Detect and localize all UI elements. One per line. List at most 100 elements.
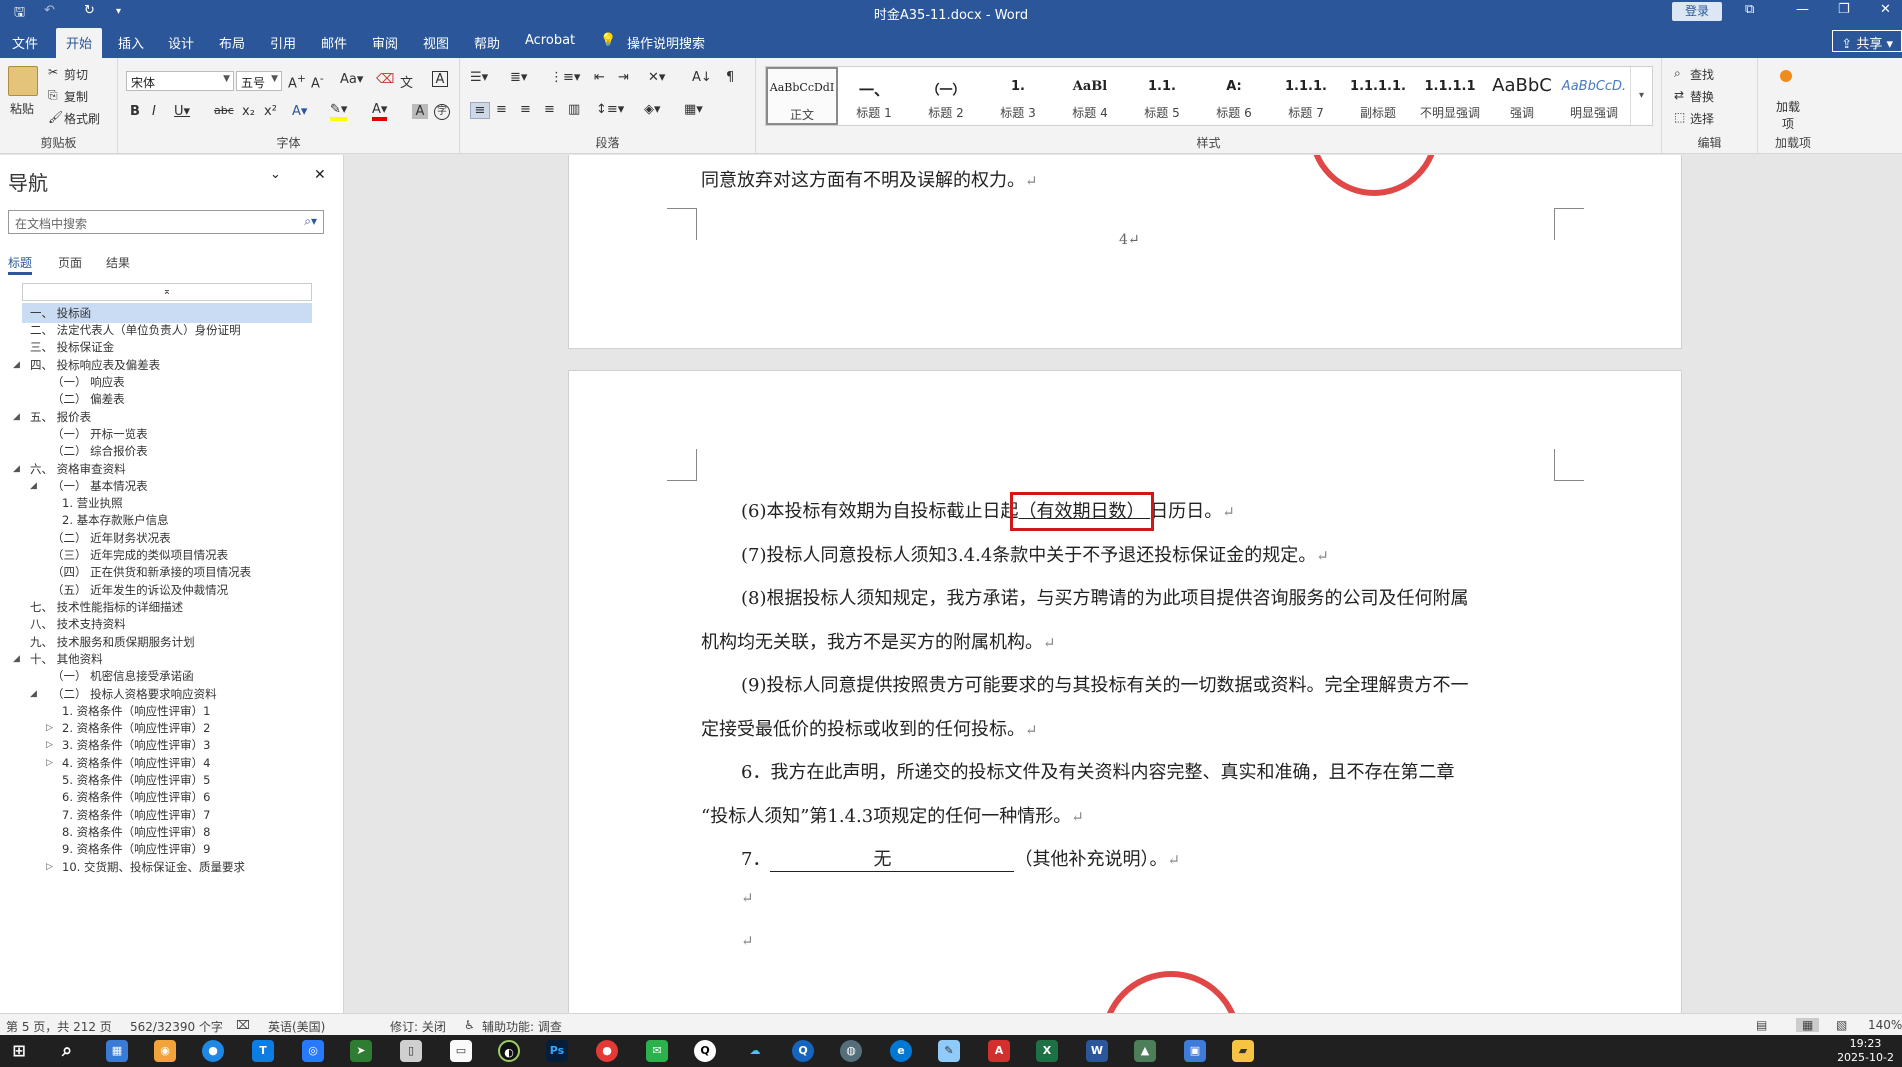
- style-heading4[interactable]: AaBl 标题 4: [1054, 67, 1126, 125]
- browser-icon[interactable]: ●: [596, 1040, 618, 1062]
- style-subtitle[interactable]: 1.1.1.1. 副标题: [1342, 67, 1414, 125]
- expand-toggle-icon[interactable]: ◢: [13, 407, 20, 427]
- align-left-icon[interactable]: ≡: [470, 102, 490, 119]
- bin-icon[interactable]: ▯: [400, 1040, 422, 1062]
- supplement-field[interactable]: 无: [770, 845, 1015, 872]
- tree-item[interactable]: 2. 基本存款账户信息: [62, 510, 169, 530]
- grow-font-icon[interactable]: A+: [288, 72, 306, 91]
- paragraph[interactable]: 机构均无关联，我方不是买方的附属机构。↵: [701, 628, 1601, 654]
- edge-icon[interactable]: e: [890, 1040, 912, 1062]
- tab-results[interactable]: 结果: [106, 254, 130, 271]
- nav-search-input[interactable]: 在文档中搜索 ⌕▾: [8, 210, 324, 234]
- style-normal[interactable]: AaBbCcDdI 正文: [766, 67, 838, 125]
- network-icon[interactable]: ◍: [840, 1040, 862, 1062]
- select-button[interactable]: 选择: [1690, 110, 1714, 127]
- wechat-icon[interactable]: ✉: [646, 1040, 668, 1062]
- windows-start-icon[interactable]: ⊞: [8, 1040, 30, 1062]
- chinese-layout-icon[interactable]: ✕▾: [648, 70, 665, 85]
- tab-help[interactable]: 帮助: [474, 33, 500, 52]
- restore-icon[interactable]: ❐: [1838, 2, 1850, 17]
- expand-toggle-icon[interactable]: ◢: [30, 684, 37, 704]
- clear-formatting-icon[interactable]: ⌫: [376, 72, 394, 87]
- share-button[interactable]: ⇪ 共享 ▾: [1832, 30, 1902, 52]
- font-color-icon[interactable]: A▾: [372, 102, 388, 121]
- bullets-icon[interactable]: ☰▾: [470, 70, 488, 85]
- expand-toggle-icon[interactable]: ◢: [13, 355, 20, 375]
- file-explorer-icon[interactable]: ▰: [1232, 1040, 1254, 1062]
- style-heading1[interactable]: 一、 标题 1: [838, 67, 910, 125]
- tab-mailings[interactable]: 邮件: [321, 33, 347, 52]
- borders-icon[interactable]: ▦▾: [684, 102, 703, 117]
- enclose-characters-icon[interactable]: 字: [434, 104, 450, 120]
- calculator-icon[interactable]: ▦: [106, 1040, 128, 1062]
- photoshop-icon[interactable]: Ps: [546, 1040, 568, 1062]
- photos-icon[interactable]: ◉: [154, 1040, 176, 1062]
- expand-toggle-icon[interactable]: ◢: [13, 649, 20, 669]
- nav-options-icon[interactable]: ⌄: [270, 167, 281, 182]
- cloud-icon[interactable]: ☁: [744, 1040, 766, 1062]
- empty-paragraph[interactable]: ↵: [741, 889, 1641, 907]
- align-right-icon[interactable]: ≡: [520, 102, 531, 117]
- distributed-icon[interactable]: ▥: [568, 102, 580, 117]
- paragraph[interactable]: 同意放弃对这方面有不明及误解的权力。↵: [701, 166, 1601, 192]
- subscript-icon[interactable]: x₂: [242, 104, 255, 119]
- tab-pages[interactable]: 页面: [58, 254, 82, 271]
- notes-icon[interactable]: ✎: [938, 1040, 960, 1062]
- qq-icon[interactable]: Q: [694, 1040, 716, 1062]
- app-circle-icon[interactable]: ◎: [302, 1040, 324, 1062]
- tree-item[interactable]: （一） 机密信息接受承诺函: [52, 666, 194, 686]
- tree-item[interactable]: 9. 资格条件（响应性评审）9: [62, 839, 210, 859]
- style-heading2[interactable]: （一） 标题 2: [910, 67, 982, 125]
- app-grid-icon[interactable]: ▣: [1184, 1040, 1206, 1062]
- font-name-select[interactable]: 宋体 ▼: [126, 71, 234, 91]
- change-case-icon[interactable]: Aa▾: [340, 72, 363, 87]
- multilevel-list-icon[interactable]: ⋮≡▾: [550, 70, 580, 85]
- sort-icon[interactable]: A↓: [692, 70, 712, 85]
- tree-item[interactable]: 6. 资格条件（响应性评审）6: [62, 787, 210, 807]
- page-count[interactable]: 第 5 页，共 212 页: [6, 1018, 112, 1035]
- ribbon-display-icon[interactable]: ⧉: [1745, 2, 1754, 17]
- excel-icon[interactable]: X: [1036, 1040, 1058, 1062]
- paragraph[interactable]: 6．我方在此声明，所递交的投标文件及有关资料内容完整、真实和准确，且不存在第二章: [741, 758, 1641, 784]
- acrobat-icon[interactable]: A: [988, 1040, 1010, 1062]
- highlight-icon[interactable]: ✎▾: [330, 102, 348, 121]
- collapsed-toggle-icon[interactable]: ▷: [46, 753, 53, 773]
- tree-item[interactable]: （二） 综合报价表: [52, 441, 148, 461]
- chat-icon[interactable]: ●: [202, 1040, 224, 1062]
- paragraph[interactable]: (8)根据投标人须知规定，我方承诺，与买方聘请的为此项目提供咨询服务的公司及任何…: [741, 584, 1641, 610]
- collapsed-toggle-icon[interactable]: ▷: [46, 857, 53, 877]
- underline-icon[interactable]: U▾: [174, 104, 190, 119]
- read-mode-icon[interactable]: ▤: [1756, 1018, 1767, 1032]
- paste-icon[interactable]: [8, 66, 38, 96]
- justify-icon[interactable]: ≡: [544, 102, 555, 117]
- text-effects-icon[interactable]: A▾: [292, 104, 307, 119]
- tree-item[interactable]: 八、 技术支持资料: [30, 614, 126, 634]
- tree-item[interactable]: 3. 资格条件（响应性评审）3: [62, 735, 210, 755]
- language-indicator[interactable]: 英语(美国): [268, 1018, 325, 1035]
- clock[interactable]: 19:23 2025-10-2: [1837, 1037, 1894, 1065]
- document-area[interactable]: 同意放弃对这方面有不明及误解的权力。↵ 4↵ (6)本投标有效期为自投标截止日起…: [345, 155, 1902, 1013]
- tree-item[interactable]: （四） 正在供货和新承接的项目情况表: [52, 562, 251, 582]
- tree-item[interactable]: 三、 投标保证金: [30, 337, 114, 357]
- style-emphasis[interactable]: AaBbC 强调: [1486, 67, 1558, 125]
- document-page[interactable]: 同意放弃对这方面有不明及误解的权力。↵ 4↵: [568, 155, 1682, 349]
- tree-item[interactable]: 10. 交货期、投标保证金、质量要求: [62, 857, 245, 877]
- accessibility-status[interactable]: 辅助功能: 调查: [482, 1018, 562, 1035]
- word-icon[interactable]: W: [1086, 1040, 1108, 1062]
- addins-button[interactable]: 加载项: [1772, 98, 1804, 132]
- bold-icon[interactable]: B: [130, 104, 140, 119]
- tree-item[interactable]: （二） 偏差表: [52, 389, 125, 409]
- document-page[interactable]: (6)本投标有效期为自投标截止日起（有效期日数） 日历日。↵ (7)投标人同意投…: [568, 370, 1682, 1013]
- expand-toggle-icon[interactable]: ◢: [30, 476, 37, 496]
- collapsed-toggle-icon[interactable]: ▷: [46, 735, 53, 755]
- zoom-level[interactable]: 140%: [1868, 1018, 1902, 1032]
- show-marks-icon[interactable]: ¶: [726, 70, 734, 85]
- search-icon[interactable]: ⌕: [56, 1040, 78, 1062]
- app-t-icon[interactable]: T: [252, 1040, 274, 1062]
- empty-paragraph[interactable]: ↵: [741, 932, 1641, 950]
- style-subtle-emphasis[interactable]: 1.1.1.1 不明显强调: [1414, 67, 1486, 125]
- paragraph[interactable]: 7．无（其他补充说明）。↵: [741, 845, 1641, 872]
- paragraph[interactable]: (7)投标人同意投标人须知3.4.4条款中关于不予退还投标保证金的规定。↵: [741, 541, 1641, 567]
- find-button[interactable]: 查找: [1690, 66, 1714, 83]
- shading-icon[interactable]: ◈▾: [644, 102, 661, 117]
